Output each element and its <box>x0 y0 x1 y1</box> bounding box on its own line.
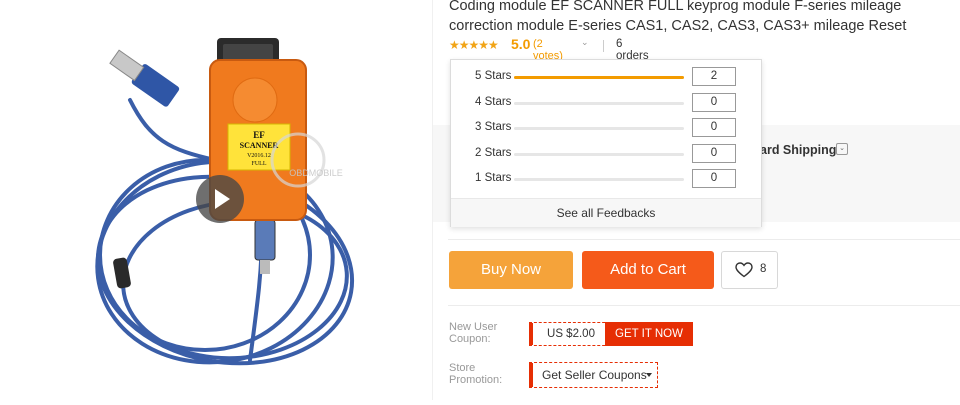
product-image[interactable]: EF SCANNER V2016.12 FULL OBDMOBILE <box>0 0 432 400</box>
heart-icon <box>735 262 753 278</box>
rating-bar <box>514 127 684 130</box>
rating-row-count: 2 <box>692 67 736 86</box>
rating-row-label: 3 Stars <box>475 121 512 133</box>
rating-row-5: 5 Stars 2 <box>451 66 761 88</box>
star-rating-icon: ★★★★★ <box>449 38 499 52</box>
rating-bar-fill <box>514 76 684 79</box>
rating-row-1: 1 Stars 0 <box>451 168 761 190</box>
caret-down-icon <box>646 373 652 377</box>
rating-separator <box>603 40 604 52</box>
rating-row-count: 0 <box>692 118 736 137</box>
rating-row-3: 3 Stars 0 <box>451 117 761 139</box>
device-label-line3: V2016.12 <box>247 153 271 159</box>
device-label-line2: SCANNER <box>240 141 279 150</box>
rating-bar <box>514 102 684 105</box>
rating-bar <box>514 178 684 181</box>
store-promotion-label: Store Promotion: <box>449 362 503 386</box>
rating-row-count: 0 <box>692 93 736 112</box>
rating-row-2: 2 Stars 0 <box>451 143 761 165</box>
section-divider <box>448 239 960 240</box>
see-all-feedbacks-link[interactable]: See all Feedbacks <box>451 206 761 220</box>
coupon-amount: US $2.00 <box>547 328 595 340</box>
popup-footer: See all Feedbacks <box>451 198 761 227</box>
get-seller-coupons-button[interactable]: Get Seller Coupons <box>529 362 658 388</box>
shipping-chevron-icon[interactable]: ⌄ <box>836 143 848 155</box>
buy-now-button[interactable]: Buy Now <box>449 251 573 289</box>
shipping-method-label[interactable]: ard Shipping <box>760 143 836 157</box>
rating-row-label: 5 Stars <box>475 70 512 82</box>
wishlist-button[interactable]: 8 <box>721 251 778 289</box>
rating-bar <box>514 153 684 156</box>
get-it-now-button[interactable]: GET IT NOW <box>605 322 693 346</box>
rating-row-4: 4 Stars 0 <box>451 92 761 114</box>
rating-value: 5.0 <box>511 36 531 52</box>
video-play-button[interactable] <box>196 175 244 223</box>
new-user-coupon-box: US $2.00 <box>529 322 610 346</box>
rating-bar <box>514 76 684 79</box>
device-label-line1: EF <box>253 130 265 140</box>
rating-row-count: 0 <box>692 144 736 163</box>
rating-row-label: 4 Stars <box>475 96 512 108</box>
get-seller-coupons-label: Get Seller Coupons <box>542 368 647 382</box>
rating-row-count: 0 <box>692 169 736 188</box>
section-divider <box>448 305 960 306</box>
new-user-coupon-label: New User Coupon: <box>449 321 498 345</box>
add-to-cart-button[interactable]: Add to Cart <box>582 251 714 289</box>
play-icon <box>215 189 230 209</box>
rating-row-label: 1 Stars <box>475 172 512 184</box>
product-title: Coding module EF SCANNER FULL keyprog mo… <box>449 0 907 34</box>
rating-row-label: 2 Stars <box>475 147 512 159</box>
device-label-line4: FULL <box>252 161 267 167</box>
watermark-text: OBDMOBILE <box>289 168 343 178</box>
chevron-down-icon[interactable]: ⌄ <box>581 37 589 48</box>
rating-breakdown-popup: 5 Stars 2 4 Stars 0 3 Stars 0 2 Stars 0 … <box>450 59 762 227</box>
wishlist-count: 8 <box>760 263 767 275</box>
